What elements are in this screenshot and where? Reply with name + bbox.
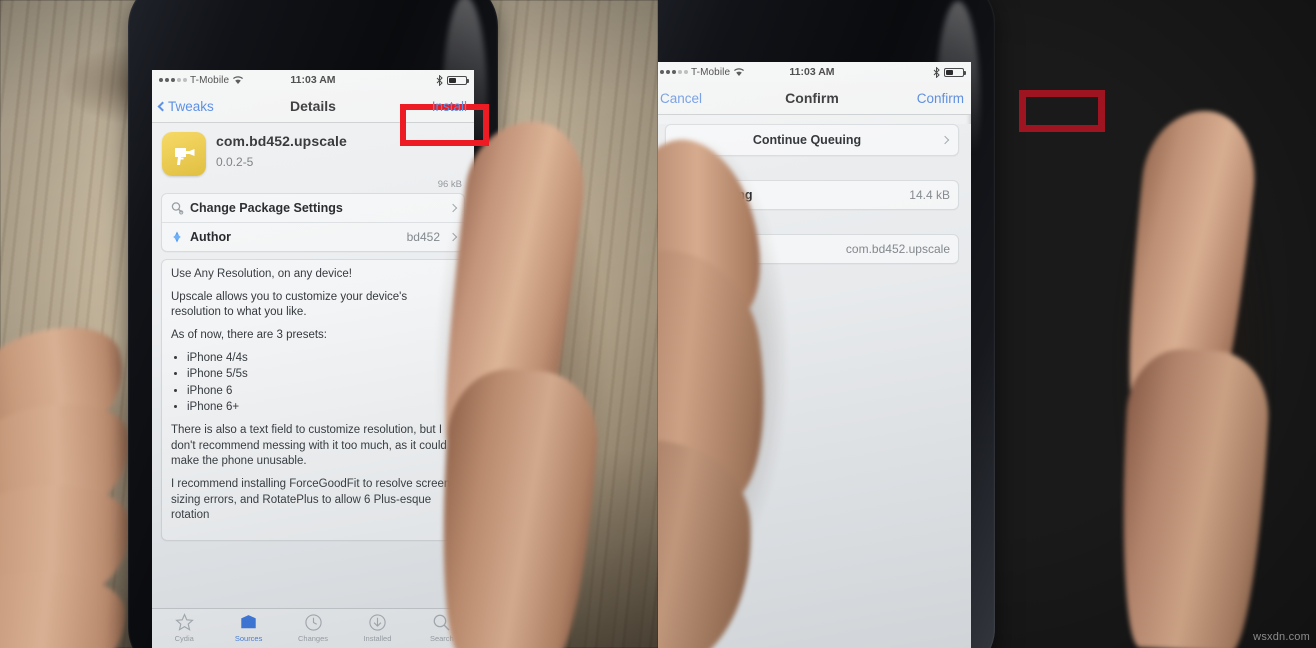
desc-paragraph: There is also a text field to customize … [171,424,447,468]
desc-paragraph: Use Any Resolution, on any device! [171,268,352,280]
author-diamond-icon [173,231,181,243]
wifi-icon [233,76,244,84]
right-hand-thumb-left-panel [432,114,658,648]
install-button[interactable]: Install [432,99,467,114]
row-value: com.bd452.upscale [845,242,950,256]
tab-sources[interactable]: Sources [216,613,280,643]
left-panel: T-Mobile 11:03 AM Tweaks Details Install… [0,0,658,648]
chevron-right-icon [940,135,950,145]
magnifier-gear-icon [171,202,184,215]
back-button-label: Tweaks [168,98,214,114]
row-value: 14.4 kB [909,188,950,202]
signal-dots-icon [660,70,688,74]
row-author[interactable]: Author bd452 [162,223,464,251]
bluetooth-icon [436,74,443,86]
package-rows-card: Change Package Settings Author bd452 [161,193,465,252]
screenshot-root: T-Mobile 11:03 AM Tweaks Details Install… [0,0,1316,648]
list-item: iPhone 6+ [187,400,455,416]
star-icon [174,613,194,631]
confirm-button[interactable]: Confirm [917,91,964,106]
row-value: bd452 [406,230,440,244]
description-card: Use Any Resolution, on any device! Upsca… [161,259,465,541]
chevron-left-icon [157,101,168,111]
package-size: 96 kB [437,179,462,190]
right-panel: T-Mobile 11:03 AM Cancel Confirm Confirm… [658,0,1316,648]
status-bar: T-Mobile 11:03 AM [658,62,971,82]
row-label: Author [190,230,231,244]
right-hand-right-panel [1114,104,1316,648]
package-version: 0.0.2-5 [216,155,254,169]
preset-list: iPhone 4/4s iPhone 5/5s iPhone 6 iPhone … [187,351,455,417]
tab-installed[interactable]: Installed [345,613,409,643]
clock-icon [304,614,322,631]
battery-icon [447,75,469,85]
list-item: iPhone 5/5s [187,367,455,383]
row-change-package-settings[interactable]: Change Package Settings [162,194,464,223]
package-description: Use Any Resolution, on any device! Upsca… [162,260,464,540]
iphone-screen-left: T-Mobile 11:03 AM Tweaks Details Install… [152,70,474,648]
cancel-button[interactable]: Cancel [660,91,702,106]
list-item: iPhone 6 [187,384,455,400]
list-item: iPhone 4/4s [187,351,455,367]
tab-label: Cydia [174,634,194,643]
site-watermark: wsxdn.com [1253,631,1310,643]
desc-paragraph: As of now, there are 3 presets: [171,328,327,341]
drill-tool-icon [162,132,206,176]
left-hand-thumb-right-panel [658,124,838,648]
tab-label: Changes [298,634,329,643]
tab-label: Installed [363,634,392,643]
signal-dots-icon [159,78,187,82]
back-button-tweaks[interactable]: Tweaks [157,98,214,114]
status-bar: T-Mobile 11:03 AM [152,70,474,90]
bluetooth-icon [933,66,940,78]
carrier-label: T-Mobile [691,66,731,78]
details-content: com.bd452.upscale 0.0.2-5 96 kB Change P… [152,123,474,648]
row-label: Change Package Settings [190,201,343,215]
tab-cydia[interactable]: Cydia [152,613,216,643]
battery-icon [944,67,966,77]
download-arrow-icon [369,614,386,631]
carrier-label: T-Mobile [190,74,230,86]
navigation-bar: Cancel Confirm Confirm [658,82,971,115]
wifi-icon [734,68,745,76]
desc-paragraph: Upscale allows you to customize your dev… [171,290,408,319]
desc-paragraph: I recommend installing ForceGoodFit to r… [171,477,451,522]
tab-bar: Cydia Sources Changes Installed Search [152,608,474,648]
tab-label: Sources [234,634,263,643]
box-icon [241,615,256,629]
confirm-button-highlight [1019,90,1105,132]
tab-changes[interactable]: Changes [281,613,345,643]
